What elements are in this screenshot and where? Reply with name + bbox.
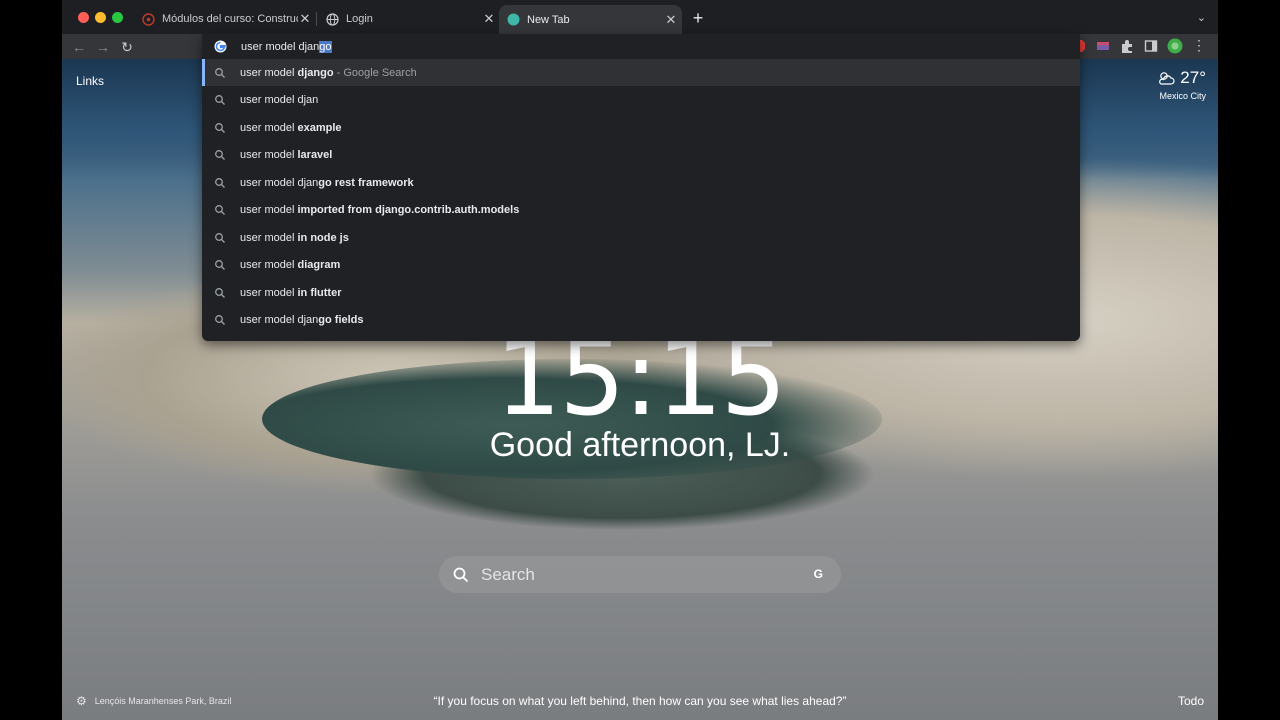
search-icon: [215, 67, 225, 78]
google-icon: [214, 40, 227, 53]
chevron-down-icon[interactable]: ⌄: [1197, 11, 1206, 24]
course-site-icon: [142, 12, 155, 26]
suggestion-text: user model djan: [240, 94, 318, 106]
suggestion-completion: go fields: [318, 314, 364, 326]
suggestion-item[interactable]: user model example: [202, 114, 1080, 141]
suggestion-text: user model example: [240, 122, 342, 134]
globe-icon: [326, 12, 339, 26]
weather-widget[interactable]: 27° Mexico City: [1156, 68, 1206, 101]
suggestion-prefix: user model: [240, 204, 298, 216]
suggestion-item[interactable]: user model djan: [202, 87, 1080, 114]
suggestion-prefix: user model: [240, 66, 298, 79]
search-icon: [215, 232, 225, 243]
tab-new-tab[interactable]: New Tab ✕: [499, 5, 682, 34]
suggestion-completion: in flutter: [297, 286, 342, 299]
suggestion-item[interactable]: user model django fields: [202, 307, 1080, 334]
reload-button[interactable]: ↻: [118, 38, 136, 56]
suggestion-item[interactable]: user model django - Google Search: [202, 59, 1080, 86]
search-icon: [215, 315, 225, 325]
suggestion-text: user model in node js: [240, 232, 349, 244]
suggestion-item[interactable]: user model diagram: [202, 252, 1080, 279]
more-menu-icon[interactable]: ⋮: [1192, 37, 1206, 54]
search-icon: [215, 95, 225, 105]
suggestion-item[interactable]: user model in node js: [202, 224, 1080, 251]
typed-text: user model djan: [241, 40, 320, 53]
todo-button[interactable]: Todo: [1178, 694, 1204, 708]
puzzle-icon[interactable]: [1119, 38, 1135, 54]
tab-title: New Tab: [527, 13, 570, 26]
suggestion-prefix: user model djan: [240, 94, 319, 106]
tab-modulos[interactable]: Módulos del curso: Construcci ✕: [140, 6, 312, 32]
suggestion-prefix: user model djan: [240, 176, 319, 189]
tab-strip: Módulos del curso: Construcci ✕ Login ✕ …: [62, 0, 1218, 34]
greeting: Good afternoon, LJ.: [489, 426, 791, 464]
suggestion-hint: - Google Search: [333, 66, 417, 79]
browser-window: Módulos del curso: Construcci ✕ Login ✕ …: [62, 0, 1218, 720]
newtab-search-input[interactable]: [481, 564, 801, 585]
address-bar[interactable]: user model django: [202, 34, 1080, 59]
suggestion-text: user model imported from django.contrib.…: [240, 204, 519, 216]
newtab-search-bar[interactable]: G: [439, 556, 841, 593]
google-icon[interactable]: G: [814, 567, 823, 581]
suggestion-text: user model django rest framework: [240, 177, 414, 189]
suggestion-completion: in node js: [297, 231, 349, 244]
links-button[interactable]: Links: [76, 74, 104, 88]
suggestion-prefix: user model djan: [240, 314, 319, 326]
search-icon: [215, 260, 225, 270]
weather-temperature: 27°: [1180, 68, 1206, 87]
close-tab-icon[interactable]: ✕: [298, 12, 312, 26]
address-input[interactable]: user model django: [241, 40, 332, 53]
suggestion-completion: go rest framework: [318, 176, 414, 189]
tab-title: Login: [346, 13, 373, 25]
suggestion-item[interactable]: user model django rest framework: [202, 169, 1080, 196]
autocomplete-selection: go: [319, 40, 332, 53]
suggestion-text: user model django - Google Search: [240, 67, 417, 79]
weather-city: Mexico City: [1159, 91, 1206, 101]
suggestion-completion: diagram: [297, 259, 341, 271]
suggestion-text: user model in flutter: [240, 287, 341, 299]
close-tab-icon[interactable]: ✕: [482, 12, 496, 26]
suggestion-text: user model django fields: [240, 314, 364, 326]
new-tab-button[interactable]: +: [690, 9, 706, 27]
suggestion-item[interactable]: user model imported from django.contrib.…: [202, 197, 1080, 224]
flag-extension-icon[interactable]: [1095, 38, 1111, 54]
suggestion-prefix: user model: [240, 149, 298, 161]
partly-cloudy-icon: [1159, 72, 1175, 85]
tab-title: Módulos del curso: Construcci: [162, 13, 298, 25]
daily-quote: “If you focus on what you left behind, t…: [433, 694, 847, 708]
close-tab-icon[interactable]: ✕: [664, 12, 678, 27]
search-icon: [215, 205, 225, 215]
suggestion-completion: laravel: [297, 149, 333, 161]
omnibox-dropdown: user model django user model django - Go…: [202, 34, 1080, 341]
minimize-window-button[interactable]: [95, 12, 106, 23]
suggestion-text: user model diagram: [240, 259, 340, 271]
suggestion-completion: imported from django.contrib.auth.models: [297, 204, 520, 216]
tab-divider: [316, 12, 317, 26]
suggestion-prefix: user model: [240, 286, 298, 299]
search-icon: [453, 567, 469, 582]
clock: 15:15: [495, 317, 787, 439]
back-button[interactable]: ←: [70, 38, 88, 56]
close-window-button[interactable]: [78, 12, 89, 23]
search-icon: [215, 287, 225, 298]
suggestion-prefix: user model: [240, 121, 298, 134]
suggestion-prefix: user model: [240, 259, 298, 271]
suggestion-item[interactable]: user model laravel: [202, 142, 1080, 169]
tab-login[interactable]: Login ✕: [324, 6, 496, 32]
side-panel-icon[interactable]: [1143, 38, 1159, 54]
search-icon: [215, 150, 225, 160]
search-icon: [215, 122, 225, 133]
suggestion-item[interactable]: user model in flutter: [202, 279, 1080, 306]
search-icon: [215, 177, 225, 188]
suggestion-completion: django: [297, 66, 334, 79]
momentum-icon: [507, 13, 520, 26]
suggestion-completion: example: [297, 121, 342, 134]
suggestion-prefix: user model: [240, 231, 298, 244]
avatar[interactable]: [1167, 38, 1183, 54]
suggestion-text: user model laravel: [240, 149, 332, 161]
forward-button[interactable]: →: [94, 38, 112, 56]
maximize-window-button[interactable]: [112, 12, 123, 23]
